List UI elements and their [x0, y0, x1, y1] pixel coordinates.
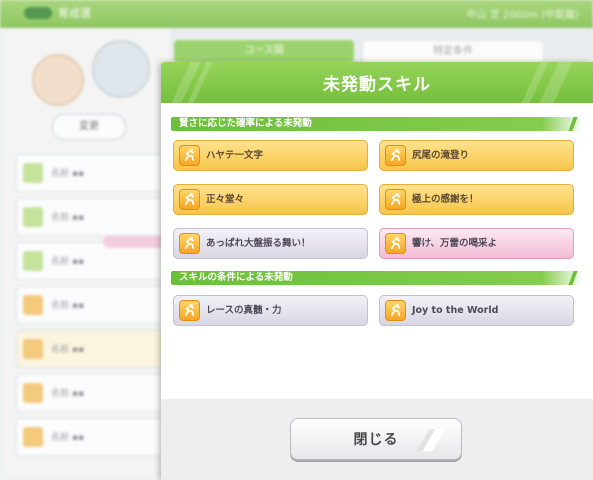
skill-card[interactable]: 響け、万雷の喝采よ — [379, 228, 574, 259]
list-item: 名前 ▪▪ — [16, 286, 168, 324]
skill-name: Joy to the World — [412, 305, 499, 316]
skill-icon — [23, 339, 43, 359]
skill-card[interactable]: あっぱれ大盤振る舞い！ — [173, 228, 368, 259]
skill-card[interactable]: 正々堂々 — [173, 184, 368, 215]
skill-card[interactable]: 尻尾の滝登り — [379, 140, 574, 171]
status-badge — [103, 236, 165, 248]
back-pill — [24, 7, 52, 19]
skill-icon — [23, 383, 43, 403]
skill-name: レースの真髄・力 — [206, 305, 282, 316]
list-item: 名前 ▪▪ — [16, 374, 168, 412]
skill-name: 正々堂々 — [206, 194, 245, 205]
dialog-title: 未発動スキル — [323, 75, 431, 95]
unactivated-skills-dialog: 未発動スキル 賢さに応じた確率による未発動 ハヤテ一文字 尻尾の滝登り 正々堂々 — [161, 62, 593, 480]
skill-icon — [23, 163, 43, 183]
skill-name: ハヤテ一文字 — [206, 150, 264, 161]
skill-runner-icon — [385, 145, 406, 166]
skill-name: 尻尾の滝登り — [412, 150, 470, 161]
close-button[interactable]: 閉じる — [290, 418, 462, 460]
top-bar-title: 育成選 — [58, 7, 91, 20]
list-item: 名前 ▪▪ — [16, 330, 168, 368]
skill-runner-icon — [385, 300, 406, 321]
section-label: スキルの条件による未発動 — [179, 272, 293, 283]
skill-runner-icon — [179, 145, 200, 166]
dialog-body: 賢さに応じた確率による未発動 ハヤテ一文字 尻尾の滝登り 正々堂々 極上の感謝を… — [161, 103, 593, 399]
close-button-label: 閉じる — [353, 432, 399, 448]
skill-icon — [23, 207, 43, 227]
section-header-wit-chance: 賢さに応じた確率による未発動 — [171, 117, 583, 131]
list-item: 名前 ▪▪ — [16, 418, 168, 456]
section-label: 賢さに応じた確率による未発動 — [179, 118, 312, 129]
skill-card[interactable]: 極上の感謝を！ — [379, 184, 574, 215]
list-item: 名前 ▪▪ — [16, 154, 168, 192]
skill-name: 響け、万雷の喝采よ — [412, 238, 498, 249]
skill-name: あっぱれ大盤振る舞い！ — [206, 238, 311, 249]
skill-card[interactable]: Joy to the World — [379, 295, 574, 326]
dialog-header: 未発動スキル — [161, 62, 593, 103]
skill-icon — [23, 251, 43, 271]
skill-icon — [23, 295, 43, 315]
skill-runner-icon — [179, 233, 200, 254]
character-portrait — [92, 40, 150, 98]
top-bar: 育成選 中山 芝 2000m (中距離) — [0, 0, 593, 28]
change-button: 変更 — [52, 114, 126, 140]
dialog-footer: 閉じる — [161, 399, 593, 480]
skill-runner-icon — [385, 189, 406, 210]
tab-course: コース図 — [174, 40, 354, 62]
skill-name: 極上の感謝を！ — [412, 194, 479, 205]
skill-card[interactable]: レースの真髄・力 — [173, 295, 368, 326]
skill-runner-icon — [179, 189, 200, 210]
skill-runner-icon — [179, 300, 200, 321]
race-course-info: 中山 芝 2000m (中距離) — [466, 10, 579, 21]
skill-runner-icon — [385, 233, 406, 254]
skill-card[interactable]: ハヤテ一文字 — [173, 140, 368, 171]
list-item: 名前 ▪▪ — [16, 198, 168, 236]
character-avatar — [32, 54, 84, 106]
tab-conditions: 特定条件 — [362, 40, 544, 64]
skill-icon — [23, 427, 43, 447]
section-header-skill-condition: スキルの条件による未発動 — [171, 271, 583, 285]
